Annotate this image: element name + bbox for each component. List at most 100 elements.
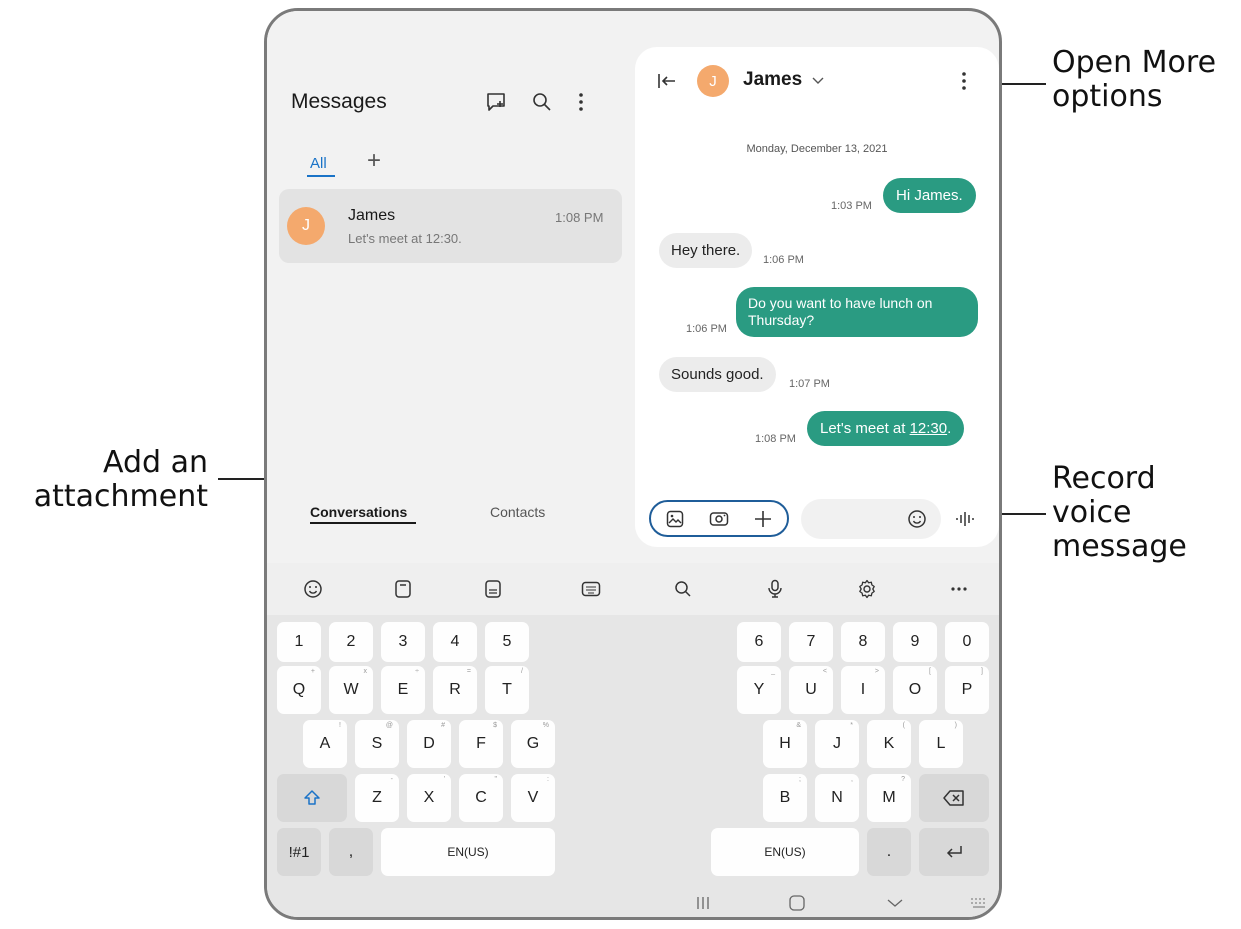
key-v-sub: : (547, 776, 549, 783)
recent-apps-icon[interactable] (691, 891, 715, 915)
key-5[interactable]: 5 (485, 622, 529, 662)
key-u[interactable]: < U (789, 666, 833, 714)
message-bubble-outgoing[interactable]: Let's meet at 12:30. (807, 411, 965, 446)
key-j[interactable]: * J (815, 720, 859, 768)
key-x[interactable]: ' X (407, 774, 451, 822)
chevron-down-icon[interactable] (811, 73, 825, 89)
key-a[interactable]: ! A (303, 720, 347, 768)
keyboard-size-icon[interactable] (579, 577, 603, 601)
key-q-sub: + (310, 668, 315, 675)
tab-contacts[interactable]: Contacts (490, 504, 545, 520)
voice-record-icon[interactable] (953, 507, 977, 531)
key-2[interactable]: 2 (329, 622, 373, 662)
key-l[interactable]: ) L (919, 720, 963, 768)
key-w-sub: x (363, 668, 368, 675)
key-7[interactable]: 7 (789, 622, 833, 662)
symbols-key[interactable]: !#1 (277, 828, 321, 876)
key-b[interactable]: ; B (763, 774, 807, 822)
message-time: 1:08 PM (755, 433, 796, 445)
key-w[interactable]: xW (329, 666, 373, 714)
more-options-icon[interactable] (573, 89, 589, 115)
backspace-key[interactable] (919, 774, 989, 822)
key-1[interactable]: 1 (277, 622, 321, 662)
keyboard-switch-icon[interactable] (967, 891, 991, 915)
key-q[interactable]: + Q (277, 666, 321, 714)
key-d[interactable]: # D (407, 720, 451, 768)
more-horizontal-icon[interactable] (947, 577, 971, 601)
search-icon[interactable] (529, 89, 555, 115)
keyboard-mode-icon[interactable] (481, 577, 505, 601)
new-chat-icon[interactable] (483, 89, 509, 115)
search-icon[interactable] (671, 577, 695, 601)
camera-icon[interactable] (707, 507, 731, 531)
key-g[interactable]: % G (511, 720, 555, 768)
key-k-sub: ( (902, 722, 905, 729)
emoji-icon[interactable] (905, 507, 929, 531)
key-8[interactable]: 8 (841, 622, 885, 662)
add-tab-button[interactable]: + (367, 147, 381, 175)
key-s[interactable]: @ S (355, 720, 399, 768)
tab-conversations[interactable]: Conversations (310, 504, 407, 520)
key-z[interactable]: -Z (355, 774, 399, 822)
tab-all[interactable]: All (310, 155, 327, 172)
keyboard-toolbar (267, 563, 999, 615)
key-p[interactable]: ] P (945, 666, 989, 714)
message-bubble-incoming[interactable]: Hey there. (659, 233, 753, 268)
conversation-name: James (348, 207, 396, 224)
key-e[interactable]: ÷ E (381, 666, 425, 714)
key-t[interactable]: / T (485, 666, 529, 714)
key-a-label: A (319, 735, 331, 752)
time-link[interactable]: 12:30 (910, 420, 948, 437)
key-0[interactable]: 0 (945, 622, 989, 662)
period-key[interactable]: . (867, 828, 911, 876)
key-9[interactable]: 9 (893, 622, 937, 662)
key-o-label: O (908, 681, 922, 698)
settings-gear-icon[interactable] (855, 577, 879, 601)
key-n[interactable]: ,N (815, 774, 859, 822)
comma-key[interactable]: , (329, 828, 373, 876)
collapse-panel-icon[interactable] (655, 69, 679, 93)
key-h[interactable]: & H (763, 720, 807, 768)
key-v[interactable]: :V (511, 774, 555, 822)
key-d-label: D (423, 735, 435, 752)
microphone-icon[interactable] (763, 577, 787, 601)
hide-keyboard-icon[interactable] (883, 891, 907, 915)
key-x-label: X (423, 789, 435, 806)
key-i[interactable]: > I (841, 666, 885, 714)
key-y[interactable]: _ Y (737, 666, 781, 714)
message-bubble-incoming[interactable]: Sounds good. (659, 357, 776, 392)
key-l-label: L (936, 735, 946, 752)
shift-key[interactable] (277, 774, 347, 822)
key-b-label: B (779, 789, 791, 806)
callout-more-line1: Open More (1052, 45, 1217, 80)
add-attachment-icon[interactable] (751, 507, 775, 531)
key-m[interactable]: ? M (867, 774, 911, 822)
space-key-left[interactable]: EN(US) (381, 828, 555, 876)
key-4[interactable]: 4 (433, 622, 477, 662)
avatar: J (287, 207, 325, 245)
key-l-sub: ) (954, 722, 957, 729)
key-m-label: M (882, 789, 896, 806)
message-bubble-outgoing[interactable]: Do you want to have lunch on Thursday? (736, 287, 978, 337)
clipboard-icon[interactable] (391, 577, 415, 601)
chat-contact-name[interactable]: James (743, 69, 802, 91)
key-o[interactable]: [O (893, 666, 937, 714)
home-icon[interactable] (785, 891, 809, 915)
key-r-label: R (449, 681, 461, 698)
key-3[interactable]: 3 (381, 622, 425, 662)
key-r[interactable]: = R (433, 666, 477, 714)
chat-avatar[interactable]: J (697, 65, 729, 97)
key-y-label: Y (753, 681, 765, 698)
space-key-right[interactable]: EN(US) (711, 828, 859, 876)
key-b-sub: ; (799, 776, 801, 783)
key-k[interactable]: (K (867, 720, 911, 768)
key-c[interactable]: " C (459, 774, 503, 822)
emoji-keyboard-icon[interactable] (301, 577, 325, 601)
gallery-icon[interactable] (663, 507, 687, 531)
conversation-item[interactable]: J James Let's meet at 12:30. 1:08 PM (279, 189, 622, 263)
enter-key[interactable] (919, 828, 989, 876)
message-bubble-outgoing[interactable]: Hi James. (883, 178, 976, 213)
key-6[interactable]: 6 (737, 622, 781, 662)
chat-more-options-icon[interactable] (957, 69, 971, 93)
key-f[interactable]: $ F (459, 720, 503, 768)
